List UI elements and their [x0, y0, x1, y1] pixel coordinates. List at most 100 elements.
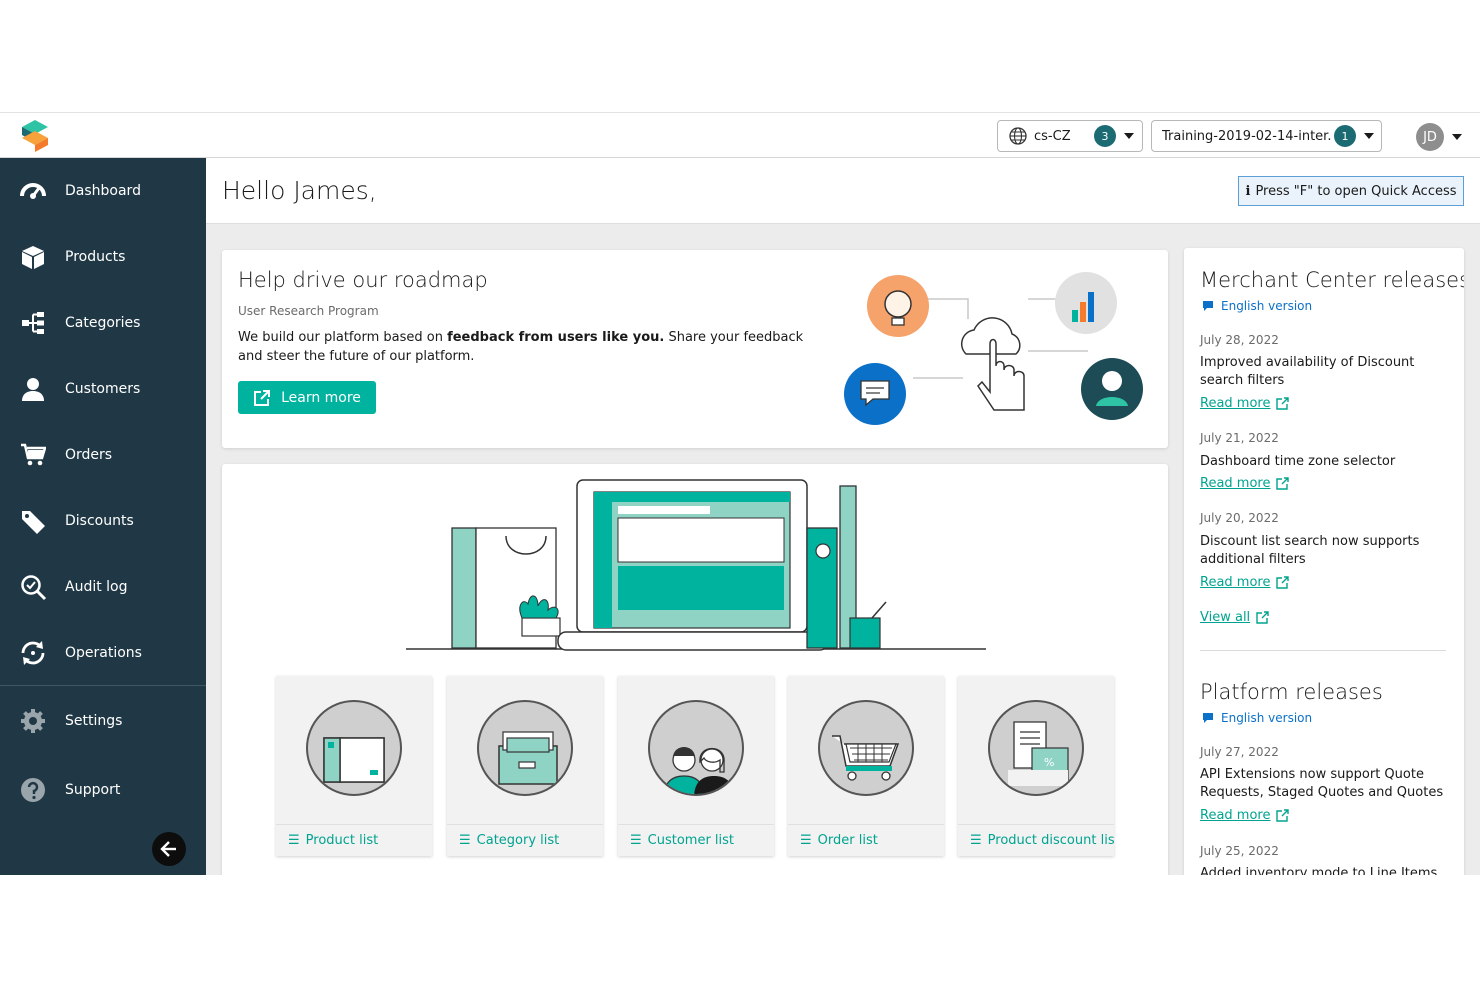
- commercetools-logo[interactable]: [20, 120, 50, 152]
- sidebar-item-support[interactable]: Support: [0, 765, 206, 815]
- tile-product-list[interactable]: ☰ Product list: [276, 676, 432, 856]
- quick-access-text: Press "F" to open Quick Access: [1255, 183, 1457, 199]
- read-more-link[interactable]: Read more: [1200, 575, 1290, 590]
- tile-footer: ☰ Product list: [276, 824, 432, 856]
- tile-footer: ☰ Category list: [447, 824, 603, 856]
- view-all-link[interactable]: View all: [1200, 610, 1269, 625]
- sidebar: Dashboard Products Categories Customers …: [0, 158, 206, 875]
- merchant-releases-title: Merchant Center releases: [1200, 268, 1464, 292]
- discount-receipt-icon: %: [988, 700, 1084, 796]
- help-icon: [18, 775, 48, 805]
- external-link-icon: [254, 389, 271, 406]
- sidebar-item-label: Support: [65, 782, 121, 798]
- tile-footer: ☰ Order list: [788, 824, 944, 856]
- tile-label: Product discount list: [987, 833, 1114, 848]
- merchant-language-link[interactable]: English version: [1202, 299, 1312, 313]
- sidebar-item-audit-log[interactable]: Audit log: [0, 562, 206, 612]
- read-more-link[interactable]: Read more: [1200, 808, 1290, 823]
- learn-more-label: Learn more: [281, 389, 361, 406]
- read-more-link[interactable]: Read more: [1200, 396, 1290, 411]
- sidebar-divider: [0, 685, 206, 686]
- sidebar-item-label: Orders: [65, 447, 113, 463]
- tag-icon: [18, 506, 48, 536]
- list-icon: ☰: [630, 833, 642, 848]
- product-box-icon: [306, 700, 402, 796]
- workspace-illustration: [406, 479, 986, 651]
- view-all-label: View all: [1200, 610, 1251, 625]
- tile-footer: ☰ Product discount list: [958, 824, 1114, 856]
- roadmap-illustration: [844, 272, 1143, 425]
- release-text: Dashboard time zone selector: [1200, 454, 1396, 469]
- list-icon: ☰: [459, 833, 471, 848]
- customers-icon: [648, 700, 744, 796]
- roadmap-title: Help drive our roadmap: [238, 268, 488, 292]
- language-label: English version: [1221, 299, 1313, 313]
- cart-icon: [18, 440, 48, 470]
- sidebar-item-label: Settings: [65, 713, 123, 729]
- release-text: Added inventory mode to Line Items: [1200, 866, 1438, 875]
- read-more-link[interactable]: Read more: [1200, 476, 1290, 491]
- tile-product-discount-list[interactable]: % ☰ Product discount list: [958, 676, 1114, 856]
- tile-category-list[interactable]: ☰ Category list: [447, 676, 603, 856]
- box-icon: [18, 242, 48, 272]
- tile-label: Customer list: [647, 833, 735, 848]
- user-avatar[interactable]: JD: [1416, 123, 1444, 151]
- release-date: July 21, 2022: [1200, 431, 1279, 445]
- audit-search-icon: [18, 572, 48, 602]
- sidebar-item-settings[interactable]: Settings: [0, 696, 206, 746]
- list-icon: ☰: [288, 833, 300, 848]
- speedometer-icon: [18, 176, 48, 206]
- roadmap-text-part: We build our platform based on: [238, 330, 448, 345]
- tile-label: Order list: [817, 833, 878, 848]
- release-date: July 20, 2022: [1200, 511, 1279, 525]
- roadmap-text-bold: feedback from users like you.: [447, 330, 665, 345]
- list-icon: ☰: [970, 833, 982, 848]
- sidebar-item-customers[interactable]: Customers: [0, 364, 206, 414]
- sidebar-item-label: Customers: [65, 381, 141, 397]
- project-selector[interactable]: Training-2019-02-14-inter... 1: [1151, 120, 1382, 152]
- svg-text:%: %: [1044, 756, 1054, 769]
- tile-order-list[interactable]: ☰ Order list: [788, 676, 944, 856]
- quick-access-hint: i Press "F" to open Quick Access: [1238, 176, 1464, 206]
- platform-releases-title: Platform releases: [1200, 680, 1383, 704]
- globe-icon: [1009, 127, 1027, 145]
- sidebar-item-discounts[interactable]: Discounts: [0, 496, 206, 546]
- sidebar-item-products[interactable]: Products: [0, 232, 206, 282]
- collapse-sidebar-button[interactable]: [152, 832, 186, 866]
- language-label: English version: [1221, 711, 1313, 725]
- release-text: Improved availability of Discount search…: [1200, 355, 1415, 388]
- sidebar-item-operations[interactable]: Operations: [0, 628, 206, 678]
- read-more-label: Read more: [1200, 476, 1271, 491]
- release-date: July 28, 2022: [1200, 333, 1279, 347]
- arrow-left-icon: [160, 841, 176, 857]
- sidebar-item-label: Categories: [65, 315, 141, 331]
- user-menu-chevron-icon[interactable]: [1452, 134, 1462, 140]
- release-text: Discount list search now supports additi…: [1200, 534, 1420, 567]
- tree-icon: [18, 308, 48, 338]
- sidebar-item-label: Dashboard: [65, 183, 141, 199]
- external-link-icon: [1276, 477, 1290, 490]
- tile-customer-list[interactable]: ☰ Customer list: [618, 676, 774, 856]
- section-divider: [1200, 650, 1446, 651]
- release-date: July 25, 2022: [1200, 844, 1279, 858]
- quick-links-card: ☰ Product list ☰ Category list ☰ Custome…: [222, 464, 1168, 875]
- sidebar-item-orders[interactable]: Orders: [0, 430, 206, 480]
- tile-footer: ☰ Customer list: [618, 824, 774, 856]
- platform-language-link[interactable]: English version: [1202, 711, 1312, 725]
- releases-card: Merchant Center releases English version…: [1184, 248, 1464, 875]
- locale-value: cs-CZ: [1034, 128, 1071, 144]
- external-link-icon: [1276, 397, 1290, 410]
- locale-selector[interactable]: cs-CZ 3: [997, 120, 1143, 152]
- sidebar-item-dashboard[interactable]: Dashboard: [0, 166, 206, 216]
- project-count-badge: 1: [1334, 125, 1356, 147]
- sidebar-item-categories[interactable]: Categories: [0, 298, 206, 348]
- read-more-label: Read more: [1200, 575, 1271, 590]
- sidebar-item-label: Discounts: [65, 513, 134, 529]
- sync-icon: [18, 638, 48, 668]
- list-icon: ☰: [800, 833, 812, 848]
- external-link-icon: [1256, 611, 1269, 624]
- read-more-label: Read more: [1200, 396, 1271, 411]
- learn-more-button[interactable]: Learn more: [238, 381, 376, 414]
- roadmap-card: Help drive our roadmap User Research Pro…: [222, 250, 1168, 448]
- project-value: Training-2019-02-14-inter...: [1162, 128, 1332, 144]
